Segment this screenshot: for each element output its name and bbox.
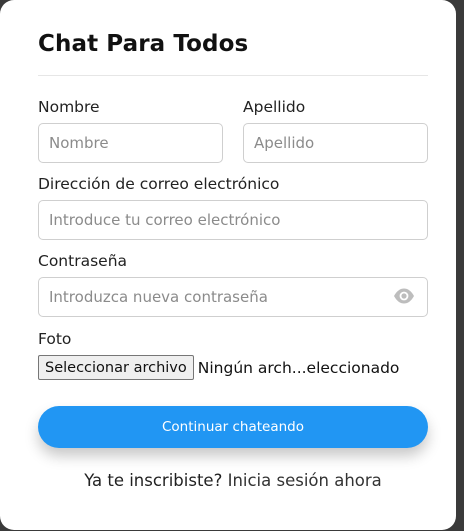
login-prompt-text: Ya te inscribiste? (84, 471, 223, 490)
file-status-text: Ningún arch...eleccionado (197, 358, 400, 377)
login-prompt: Ya te inscribiste? Inicia sesión ahora (0, 471, 464, 490)
login-link[interactable]: Inicia sesión ahora (228, 471, 382, 490)
first-name-input[interactable] (38, 123, 223, 163)
choose-file-button[interactable]: Seleccionar archivo (38, 355, 194, 380)
password-input[interactable] (38, 277, 428, 317)
page-title: Chat Para Todos (38, 31, 249, 57)
last-name-label: Apellido (243, 98, 306, 116)
photo-file-picker: Seleccionar archivo Ningún arch...elecci… (38, 355, 399, 380)
continue-chatting-button[interactable]: Continuar chateando (38, 406, 428, 448)
photo-label: Foto (38, 330, 72, 348)
first-name-label: Nombre (38, 98, 100, 116)
signup-card: Chat Para Todos Nombre Apellido Direcció… (0, 0, 456, 530)
password-label: Contraseña (38, 252, 128, 270)
last-name-input[interactable] (243, 123, 428, 163)
eye-icon[interactable] (393, 287, 415, 305)
email-input[interactable] (38, 200, 428, 240)
email-label: Dirección de correo electrónico (38, 175, 280, 193)
title-divider (38, 75, 428, 76)
